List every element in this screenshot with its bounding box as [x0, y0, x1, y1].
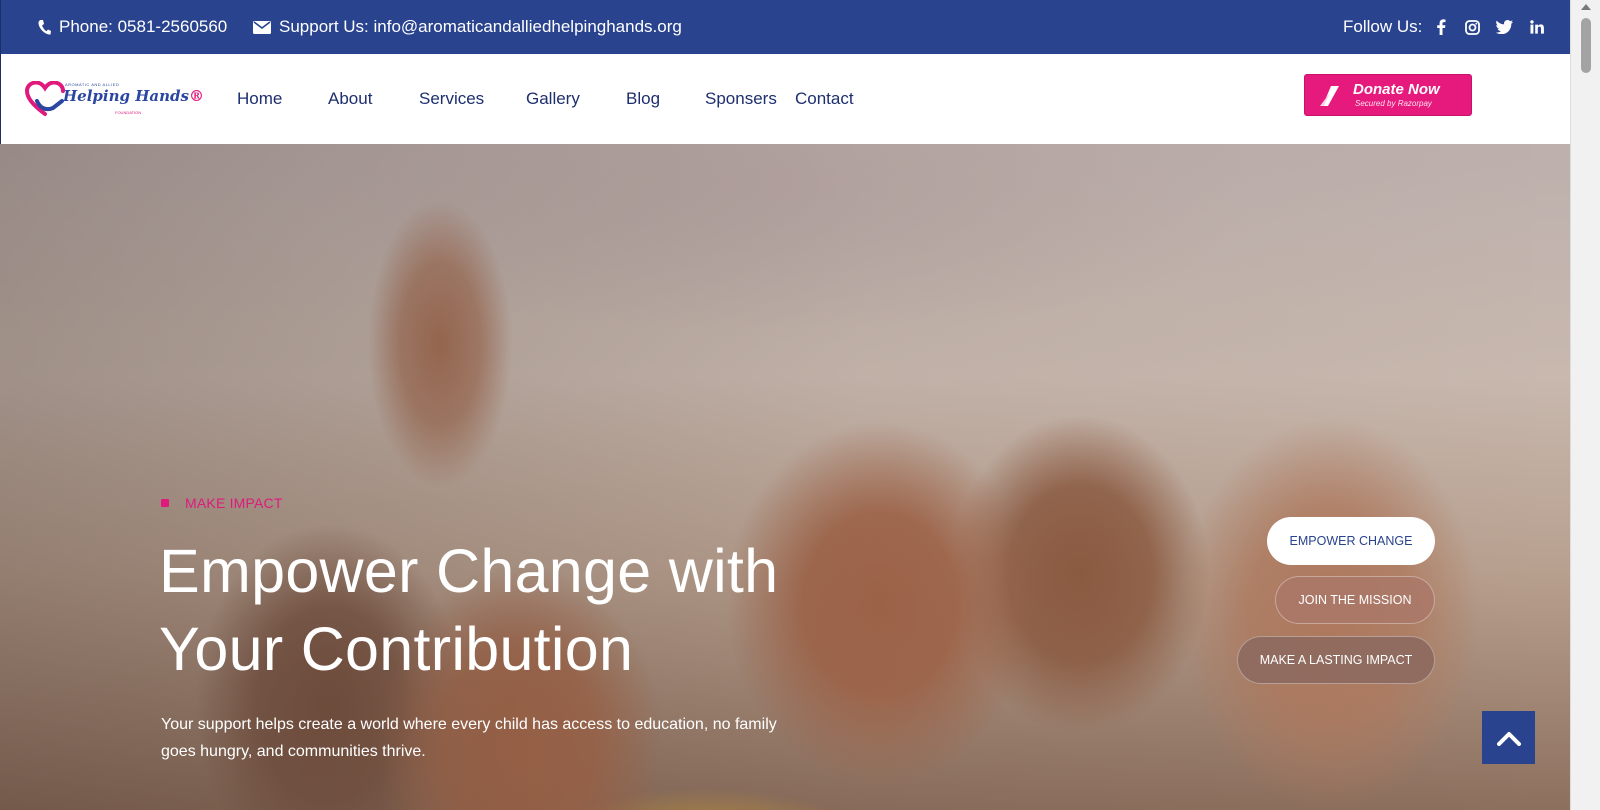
eyebrow-dot	[161, 499, 169, 507]
heart-hand-logo-icon	[25, 81, 65, 116]
eyebrow-text: MAKE IMPACT	[185, 495, 283, 511]
hero-title: Empower Change with Your Contribution	[159, 537, 779, 683]
nav-about[interactable]: About	[328, 89, 372, 109]
logo-brand: Helping Hands®	[63, 87, 204, 105]
scroll-up-arrow-icon[interactable]	[1581, 4, 1591, 10]
phone-text: Phone: 0581-2560560	[59, 17, 228, 36]
scrollbar-thumb[interactable]	[1581, 18, 1591, 73]
logo-foundation: FOUNDATION	[115, 110, 142, 115]
site-header: AROMATIC AND ALLIED Helping Hands® FOUND…	[0, 54, 1570, 144]
razorpay-icon	[1320, 86, 1339, 106]
nav-contact[interactable]: Contact	[795, 89, 854, 109]
donate-label: Donate Now	[1353, 81, 1440, 98]
hero-description: Your support helps create a world where …	[161, 716, 777, 760]
facebook-icon[interactable]	[1431, 17, 1451, 37]
donate-sublabel: Secured by Razorpay	[1355, 99, 1432, 108]
page-scrollbar[interactable]	[1570, 0, 1600, 810]
join-the-mission-button[interactable]: JOIN THE MISSION	[1275, 576, 1435, 624]
nav-services[interactable]: Services	[419, 89, 484, 109]
back-to-top-button[interactable]	[1482, 711, 1535, 764]
hero-eyebrow: MAKE IMPACT	[161, 495, 283, 511]
nav-blog[interactable]: Blog	[626, 89, 660, 109]
chevron-up-icon	[1496, 731, 1521, 746]
follow-us-label: Follow Us:	[1343, 17, 1423, 36]
helping-hands-logo[interactable]: AROMATIC AND ALLIED Helping Hands® FOUND…	[25, 79, 204, 119]
nav-home[interactable]: Home	[237, 89, 282, 109]
support-email-contact[interactable]: Support Us: info@aromaticandalliedhelpin…	[253, 17, 682, 37]
donate-now-button[interactable]: Donate Now Secured by Razorpay	[1304, 74, 1472, 116]
twitter-icon[interactable]	[1494, 17, 1514, 37]
top-bar: Phone: 0581-2560560 Support Us: info@aro…	[0, 0, 1570, 54]
hero-banner: MAKE IMPACT Empower Change with Your Con…	[0, 144, 1570, 810]
nav-sponsers[interactable]: Sponsers	[705, 89, 777, 109]
empower-change-button[interactable]: EMPOWER CHANGE	[1267, 517, 1435, 565]
instagram-icon[interactable]	[1462, 17, 1482, 37]
phone-contact[interactable]: Phone: 0581-2560560	[37, 17, 227, 37]
linkedin-icon[interactable]	[1527, 17, 1547, 37]
make-a-lasting-impact-button[interactable]: MAKE A LASTING IMPACT	[1237, 636, 1435, 684]
mail-icon	[253, 20, 271, 34]
nav-gallery[interactable]: Gallery	[526, 89, 580, 109]
support-text: Support Us: info@aromaticandalliedhelpin…	[279, 17, 682, 36]
phone-icon	[38, 19, 51, 35]
